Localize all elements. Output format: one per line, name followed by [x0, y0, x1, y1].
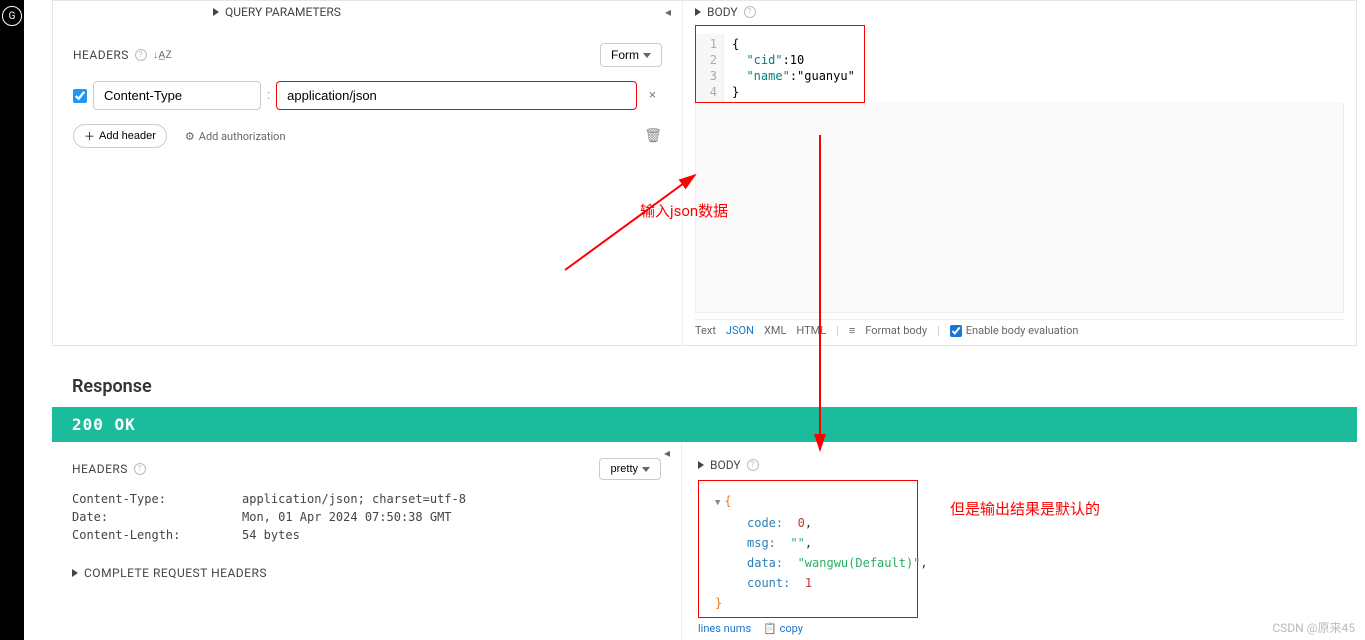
chevron-right-icon [698, 461, 704, 469]
collapse-left-icon[interactable]: ◂ [665, 5, 671, 19]
format-xml-tab[interactable]: XML [764, 324, 786, 337]
format-body-icon: ≡ [849, 324, 855, 337]
add-authorization-link[interactable]: ⚙ Add authorization [185, 130, 286, 143]
query-params-label: QUERY PARAMETERS [225, 5, 341, 19]
wand-icon: ⚙ [185, 130, 195, 143]
caret-down-icon [643, 53, 651, 58]
format-body-link[interactable]: Format body [865, 324, 927, 337]
editor-area[interactable] [695, 103, 1344, 313]
response-headers-title: HEADERS ? [72, 462, 146, 476]
status-bar: 200 OK [52, 407, 1357, 442]
chevron-right-icon [213, 8, 219, 16]
lines-nums-link[interactable]: lines nums [698, 622, 751, 635]
add-header-button[interactable]: ＋ Add header [73, 124, 167, 148]
response-body-viewer[interactable]: ▼{ code: 0, msg: "", data: "wangwu(Defau… [698, 480, 918, 618]
help-icon[interactable]: ? [747, 459, 759, 471]
response-panel: Response 200 OK HEADERS ? pretty [52, 362, 1357, 640]
format-text-tab[interactable]: Text [695, 324, 716, 337]
copy-link[interactable]: 📋 copy [763, 622, 803, 635]
header-key-input[interactable] [93, 81, 261, 110]
body-format-bar: Text JSON XML HTML | ≡ Format body | Ena… [695, 319, 1344, 337]
help-icon[interactable]: ? [135, 49, 147, 61]
help-icon[interactable]: ? [134, 463, 146, 475]
response-body-title[interactable]: BODY ? [698, 458, 1341, 472]
caret-down-icon [642, 467, 650, 472]
response-title: Response [52, 362, 1357, 407]
plus-icon: ＋ [84, 128, 95, 144]
headers-view-button[interactable]: Form [600, 43, 662, 67]
watermark: CSDN @原来45 [1272, 619, 1355, 636]
request-panel: QUERY PARAMETERS HEADERS ? ↓A̲Z Form [52, 0, 1357, 346]
complete-headers-toggle[interactable]: COMPLETE REQUEST HEADERS [72, 566, 661, 580]
line-gutter: 1 2 3 4 [696, 34, 724, 102]
body-section-title[interactable]: BODY ? [695, 5, 1344, 19]
format-json-tab[interactable]: JSON [726, 324, 754, 337]
header-value-input[interactable] [276, 81, 637, 110]
trash-icon[interactable]: 🗑 [644, 128, 662, 144]
headers-section-title: HEADERS ? ↓A̲Z [73, 48, 172, 62]
chevron-right-icon [695, 8, 701, 16]
chevron-right-icon [72, 569, 78, 577]
collapse-toggle-icon[interactable]: ▼ [715, 498, 720, 508]
rail-icon[interactable]: G [2, 6, 22, 26]
response-body-links: lines nums 📋 copy [698, 622, 1341, 635]
query-params-section[interactable]: QUERY PARAMETERS [213, 1, 662, 29]
help-icon[interactable]: ? [744, 6, 756, 18]
remove-header-icon[interactable]: × [643, 88, 662, 103]
header-row: : × [73, 81, 662, 110]
response-headers-table: Content-Type:application/json; charset=u… [72, 492, 661, 542]
left-rail: G [0, 0, 24, 640]
enable-eval-checkbox[interactable]: Enable body evaluation [950, 324, 1079, 337]
body-editor[interactable]: { "cid":10 "name":"guanyu" } [724, 34, 864, 102]
collapse-left-icon[interactable]: ◂ [664, 446, 670, 460]
header-enabled-checkbox[interactable] [73, 89, 87, 103]
format-html-tab[interactable]: HTML [796, 324, 826, 337]
headers-pretty-button[interactable]: pretty [599, 458, 661, 480]
sort-icon[interactable]: ↓A̲Z [153, 50, 172, 61]
